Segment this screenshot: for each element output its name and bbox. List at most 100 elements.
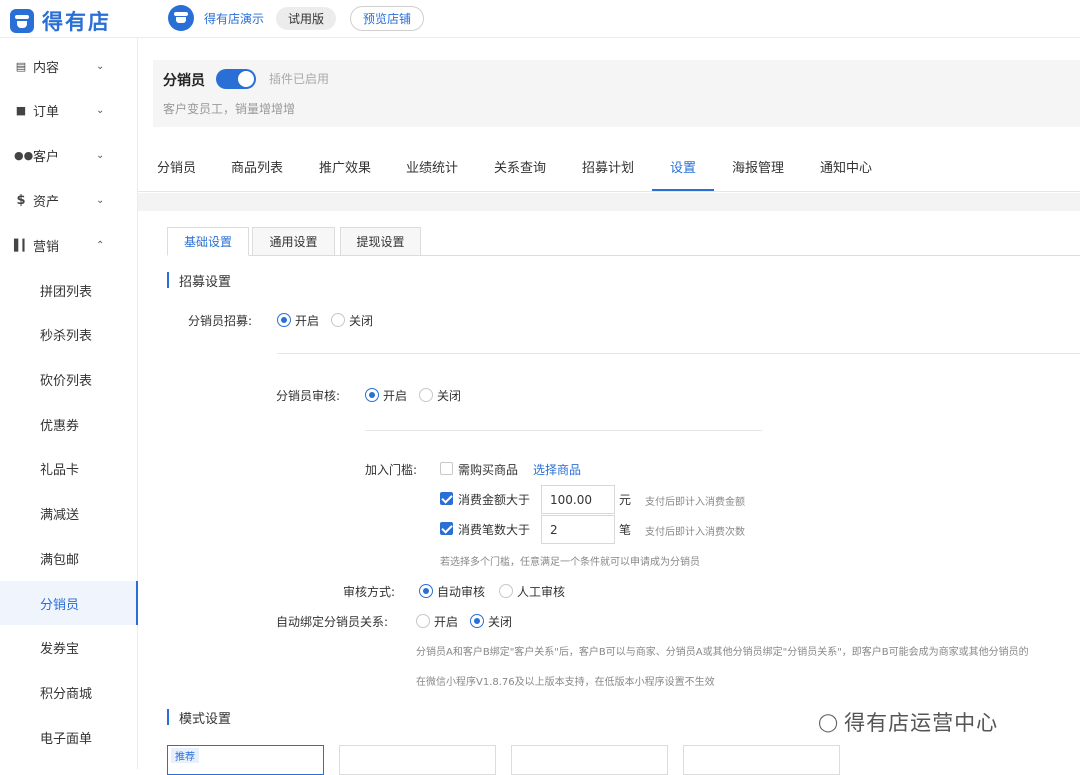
threshold-amount-label: 消费金额大于 [458,493,531,507]
audit-manual-radio[interactable] [499,584,513,598]
tab-posters[interactable]: 海报管理 [732,157,784,176]
review-on-radio[interactable] [365,388,379,402]
brand-logo-icon [10,9,34,33]
threshold-note: 若选择多个门槛，任意满足一个条件就可以申请成为分销员 [440,557,700,568]
sidebar-group-label: 内容 [33,60,60,76]
sidebar-item-gift-card[interactable]: 礼品卡 [0,446,138,490]
order-icon: ■ [15,103,27,117]
sidebar-group-customers[interactable]: ●● 客户 ⌄ [0,133,138,177]
audit-auto-label[interactable]: 自动审核 [437,583,485,600]
section-title: 模式设置 [179,711,232,727]
dollar-icon: $ [16,192,26,208]
sidebar-item-free-shipping[interactable]: 满包邮 [0,536,138,580]
brand-name: 得有店 [42,10,111,34]
main-tabs: 分销员 商品列表 推广效果 业绩统计 关系查询 招募计划 设置 海报管理 通知中… [138,140,1080,192]
review-on-label[interactable]: 开启 [383,387,407,404]
sidebar-group-label: 订单 [33,104,60,120]
sidebar-group-marketing[interactable]: ▌▎ 营销 ⌃ [0,223,138,267]
threshold-amount-checkbox[interactable] [440,492,453,505]
top-bar: 得有店 得有店演示 试用版 预览店铺 [0,0,1080,38]
plugin-status: 插件已启用 [269,72,330,86]
active-tab-indicator [652,189,714,191]
tab-distributors[interactable]: 分销员 [157,157,196,176]
review-off-radio[interactable] [419,388,433,402]
sidebar-item-group-buy[interactable]: 拼团列表 [0,268,138,312]
tab-relations[interactable]: 关系查询 [494,157,546,176]
bind-off-radio[interactable] [470,614,484,628]
subtab-general[interactable]: 通用设置 [252,227,335,256]
section-marker [167,272,169,288]
store-name[interactable]: 得有店演示 [204,10,264,27]
tab-products[interactable]: 商品列表 [231,157,283,176]
subtab-basic[interactable]: 基础设置 [167,227,249,256]
watermark: ◯ 得有店运营中心 [818,707,998,737]
mode-card[interactable] [683,745,840,775]
recruit-off-radio[interactable] [331,313,345,327]
section-recruit: 招募设置 [167,272,231,290]
plugin-enable-toggle[interactable] [216,69,256,89]
sidebar-item-label: 发券宝 [40,641,80,657]
threshold-purchase-label: 需购买商品 [458,463,519,477]
bind-on-label[interactable]: 开启 [434,613,458,630]
sidebar-item-distributor[interactable]: 分销员 [0,581,138,625]
section-marker [167,709,169,725]
sidebar-item-coupons[interactable]: 优惠券 [0,402,138,446]
preview-store-button[interactable]: 预览店铺 [350,5,425,31]
sidebar-group-content[interactable]: ▤ 内容 ⌄ [0,44,138,88]
recommended-badge: 推荐 [171,748,199,763]
threshold-amount-hint: 支付后即计入消费金额 [645,497,745,508]
sidebar-group-label: 资产 [33,194,60,210]
sidebar-item-label: 秒杀列表 [40,328,93,344]
sidebar-item-label: 砍价列表 [40,373,93,389]
sidebar-item-bargain[interactable]: 砍价列表 [0,357,138,401]
audit-auto-radio[interactable] [419,584,433,598]
tab-promotion[interactable]: 推广效果 [319,157,371,176]
sidebar-item-full-reduction[interactable]: 满减送 [0,491,138,535]
tab-recruit-plan[interactable]: 招募计划 [582,157,634,176]
recruit-off-label[interactable]: 关闭 [349,312,373,329]
bind-label: 自动绑定分销员关系: [276,615,389,629]
review-label: 分销员审核: [276,389,341,403]
plugin-title: 分销员 [163,73,205,89]
bind-version-note: 在微信小程序V1.8.76及以上版本支持，在低版本小程序设置不生效 [416,677,715,688]
sidebar-item-points-mall[interactable]: 积分商城 [0,670,138,714]
threshold-count-input[interactable]: 2 [541,515,615,544]
plugin-header: 分销员 插件已启用 客户变员工，销量增增增 [153,60,1080,127]
chevron-down-icon: ⌄ [96,194,105,206]
threshold-amount-input[interactable]: 100.00 [541,485,615,514]
mode-card[interactable] [339,745,496,775]
sidebar-item-label: 分销员 [40,597,80,613]
sidebar-item-flash-sale[interactable]: 秒杀列表 [0,312,138,356]
store-switcher: 得有店演示 试用版 预览店铺 [168,5,425,31]
watermark-text: 得有店运营中心 [844,711,999,735]
sidebar-item-e-waybill[interactable]: 电子面单 [0,715,138,759]
chevron-up-icon: ⌃ [96,239,105,251]
bind-off-label[interactable]: 关闭 [488,613,512,630]
audit-manual-label[interactable]: 人工审核 [517,583,565,600]
sidebar-group-label: 客户 [33,149,60,165]
sidebar-group-orders[interactable]: ■ 订单 ⌄ [0,88,138,132]
sidebar-group-label: 营销 [33,239,60,255]
mode-card[interactable] [511,745,668,775]
threshold-purchase-checkbox[interactable] [440,462,453,475]
mode-card-recommended[interactable]: 推荐 [167,745,324,775]
tab-settings[interactable]: 设置 [670,157,696,176]
sidebar-item-coupon-tool[interactable]: 发券宝 [0,625,138,669]
trial-badge: 试用版 [276,6,337,30]
recruit-on-radio[interactable] [277,313,291,327]
sidebar-group-assets[interactable]: $ 资产 ⌄ [0,178,138,222]
tab-performance[interactable]: 业绩统计 [406,157,458,176]
tab-notifications[interactable]: 通知中心 [820,157,872,176]
threshold-count-checkbox[interactable] [440,522,453,535]
sidebar-item-label: 拼团列表 [40,284,93,300]
select-products-link[interactable]: 选择商品 [533,461,581,478]
brand-logo[interactable]: 得有店 [10,6,111,36]
subtab-withdraw[interactable]: 提现设置 [340,227,421,256]
review-off-label[interactable]: 关闭 [437,387,461,404]
wechat-icon: ◯ [818,711,839,733]
sidebar-item-label: 礼品卡 [40,462,80,478]
bind-note: 分销员A和客户B绑定"客户关系"后，客户B可以与商家、分销员A或其他分销员绑定"… [416,647,1029,658]
chevron-down-icon: ⌄ [96,104,105,116]
recruit-on-label[interactable]: 开启 [295,312,319,329]
bind-on-radio[interactable] [416,614,430,628]
